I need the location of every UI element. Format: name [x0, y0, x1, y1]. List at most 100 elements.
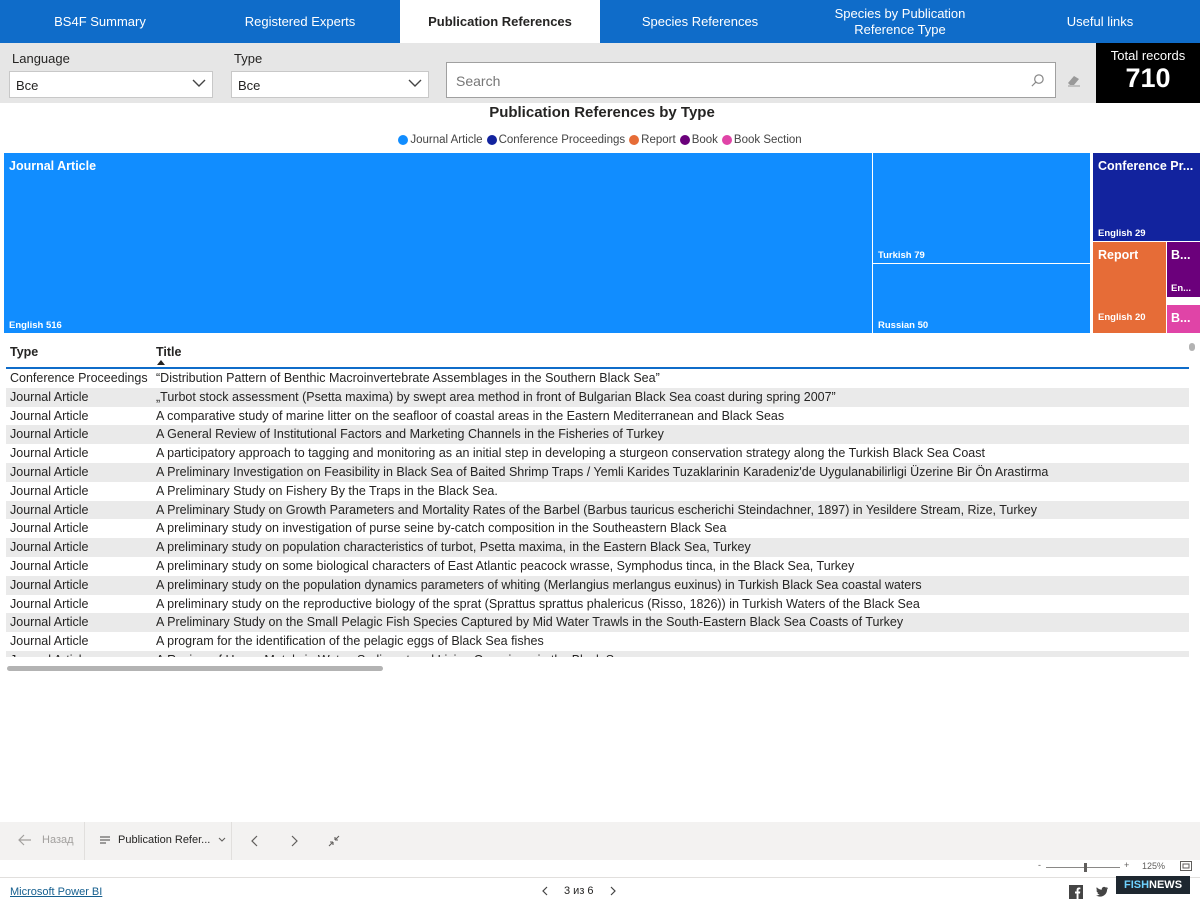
zoom-out-button[interactable]: -: [1038, 860, 1041, 870]
fishnews-logo-part2: NEWS: [1149, 879, 1183, 891]
cell-type: Journal Article: [10, 651, 89, 657]
table-row[interactable]: Journal Article A preliminary study on th…: [6, 595, 1189, 614]
legend-item-journal-article[interactable]: Journal Article: [398, 134, 483, 146]
sort-ascending-icon: [157, 360, 165, 365]
pager-previous-icon[interactable]: [540, 886, 550, 896]
vertical-scrollbar[interactable]: [1189, 343, 1195, 351]
table-row[interactable]: Journal Article A preliminary study on so…: [6, 557, 1189, 576]
treemap-group-label-book: B...: [1171, 248, 1191, 262]
total-records-value: 710: [1125, 63, 1171, 93]
treemap-cell-label: En...: [1171, 283, 1192, 294]
fit-to-page-icon[interactable]: [1180, 861, 1192, 871]
cell-type: Journal Article: [10, 427, 89, 442]
type-value: Все: [238, 78, 261, 93]
treemap-cell-journal-english[interactable]: [4, 153, 872, 333]
page-name: Publication Refer...: [118, 834, 211, 846]
back-button[interactable]: Назад: [18, 834, 74, 846]
cell-type: Journal Article: [10, 502, 89, 517]
cell-type: Journal Article: [10, 464, 89, 479]
search-icon[interactable]: [1030, 73, 1045, 88]
table-header: Type Title: [6, 340, 1189, 369]
cell-title: “Distribution Pattern of Benthic Macroin…: [156, 371, 660, 385]
type-dropdown[interactable]: Все: [231, 71, 429, 98]
footer-bar: Microsoft Power BI 3 из 6: [0, 877, 1200, 904]
cell-title: A preliminary study on some biological c…: [156, 558, 855, 573]
cell-type: Conference Proceedings: [10, 371, 148, 385]
language-label: Language: [12, 51, 70, 66]
table-row[interactable]: Journal Article A General Review of Insti…: [6, 425, 1189, 445]
eraser-icon[interactable]: [1066, 71, 1082, 87]
table-row[interactable]: Journal Article A Preliminary Study on th…: [6, 613, 1189, 633]
treemap-cell-label: Russian 50: [878, 320, 929, 331]
tab-species-by-publication-type[interactable]: Species by Publication Reference Type: [800, 0, 1000, 43]
tab-registered-experts[interactable]: Registered Experts: [200, 0, 400, 43]
legend-item-report[interactable]: Report: [629, 134, 676, 146]
zoom-slider-thumb[interactable]: [1084, 863, 1087, 872]
table-row[interactable]: Journal Article A preliminary study on th…: [6, 575, 1189, 595]
fishnews-logo-part1: FISH: [1123, 879, 1150, 891]
table-row[interactable]: Journal Article A Preliminary Investigati…: [6, 462, 1189, 482]
tab-publication-references[interactable]: Publication References: [400, 0, 600, 43]
legend-label: Conference Proceedings: [498, 134, 626, 146]
legend-item-book-section[interactable]: Book Section: [721, 134, 802, 146]
table-row[interactable]: Journal Article A participatory approach …: [6, 444, 1189, 463]
legend-item-book[interactable]: Book: [679, 134, 718, 146]
legend-dot: [486, 135, 497, 145]
column-header-title[interactable]: Title: [156, 345, 181, 359]
tab-useful-links[interactable]: Useful links: [1000, 0, 1200, 43]
legend-dot: [721, 135, 732, 145]
powerbi-link[interactable]: Microsoft Power BI: [10, 886, 102, 898]
table-row[interactable]: Journal Article A program for the identif…: [6, 632, 1189, 651]
cell-title: A Preliminary Study on Growth Parameters…: [156, 502, 1037, 517]
exit-fullscreen-icon[interactable]: [326, 833, 342, 849]
table-row[interactable]: Journal Article A Preliminary Study on Fi…: [6, 482, 1189, 501]
cell-type: Journal Article: [10, 446, 89, 461]
next-page-icon[interactable]: [286, 833, 302, 849]
zoom-slider[interactable]: [1046, 867, 1120, 868]
filter-bar: Language Все Type Все Search: [0, 43, 1200, 103]
nav-divider: [231, 822, 232, 860]
cell-title: A comparative study of marine litter on …: [156, 408, 785, 423]
legend-label: Book: [691, 134, 718, 146]
fishnews-logo: FISHNEWS: [1116, 876, 1190, 894]
cell-title: A General Review of Institutional Factor…: [156, 427, 664, 442]
table-row[interactable]: Journal Article A preliminary study on in…: [6, 519, 1189, 538]
cell-type: Journal Article: [10, 615, 89, 630]
legend-item-conference-proceedings[interactable]: Conference Proceedings: [486, 134, 626, 146]
page-selector[interactable]: Publication Refer...: [100, 834, 226, 846]
treemap-cell-label: English 516: [9, 320, 62, 331]
list-icon: [100, 836, 110, 844]
cell-title: A preliminary study on population charac…: [156, 540, 751, 555]
type-label: Type: [234, 51, 263, 66]
arrow-left-icon: [18, 834, 31, 846]
cell-title: A Review of Heavy Metals in Water, Sedim…: [156, 651, 628, 657]
cell-title: A Preliminary Study on Fishery By the Tr…: [156, 483, 498, 498]
treemap-group-label-report: Report: [1098, 248, 1139, 262]
table-row[interactable]: Journal Article „Turbot stock assessment …: [6, 387, 1189, 407]
zoom-in-button[interactable]: +: [1124, 860, 1129, 870]
total-records-card: Total records 710: [1096, 43, 1200, 103]
treemap-cell-journal-turkish[interactable]: [873, 153, 1090, 263]
treemap-cell-label: English 20: [1098, 312, 1146, 323]
table-row[interactable]: Journal Article A preliminary study on po…: [6, 538, 1189, 557]
table-row[interactable]: Journal Article A comparative study of ma…: [6, 407, 1189, 426]
tab-bs4f-summary[interactable]: BS4F Summary: [0, 0, 200, 43]
table-body: Conference Proceedings “Distribution Patt…: [6, 369, 1189, 657]
table-row[interactable]: Journal Article A Preliminary Study on Gr…: [6, 500, 1189, 520]
column-header-type[interactable]: Type: [10, 345, 38, 359]
twitter-icon[interactable]: [1095, 885, 1109, 899]
table-row[interactable]: Journal Article A Review of Heavy Metals …: [6, 650, 1189, 657]
search-placeholder: Search: [456, 73, 501, 89]
previous-page-icon[interactable]: [247, 833, 263, 849]
chevron-down-icon: [192, 79, 206, 87]
tab-species-references[interactable]: Species References: [600, 0, 800, 43]
search-input[interactable]: Search: [446, 62, 1056, 98]
pager-next-icon[interactable]: [608, 886, 618, 896]
chevron-down-icon: [408, 79, 422, 87]
facebook-icon[interactable]: [1069, 885, 1083, 899]
language-dropdown[interactable]: Все: [9, 71, 213, 98]
horizontal-scrollbar[interactable]: [7, 666, 383, 671]
table-row[interactable]: Conference Proceedings “Distribution Patt…: [6, 369, 1189, 388]
legend-dot: [629, 135, 640, 145]
page-tabs: BS4F Summary Registered Experts Publicat…: [0, 0, 1200, 43]
